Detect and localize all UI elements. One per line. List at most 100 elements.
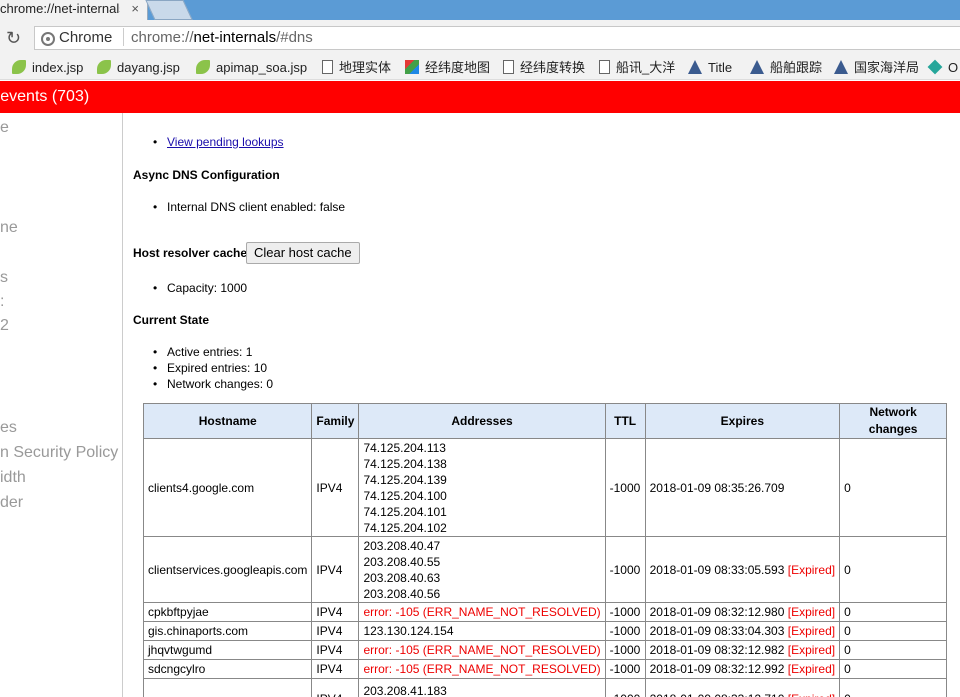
expired-label: [Expired]	[787, 662, 836, 676]
bookmark-shipxun[interactable]: 船讯_大洋	[599, 59, 675, 77]
ip-address: 74.125.204.138	[363, 456, 447, 471]
expires-cell: 2018-01-09 08:32:12.980 [Expired]	[644, 602, 841, 622]
view-pending-lookups-link[interactable]: View pending lookups	[167, 135, 284, 149]
ship-icon	[834, 60, 848, 74]
sidebar-item-bandwidth[interactable]: idth	[0, 469, 26, 487]
table-row: IPV4203.208.41.183203.208.41.191-1000201…	[142, 678, 948, 697]
sidebar-item[interactable]: 2	[0, 317, 9, 335]
table-body: clients4.google.com IPV4 74.125.204.113 74.…	[142, 438, 948, 697]
addresses-cell: 203.208.41.183203.208.41.191	[358, 678, 606, 697]
chrome-page-icon	[41, 32, 55, 46]
bookmark-ship-tracking[interactable]: 船舶跟踪	[750, 59, 822, 77]
addresses-cell: error: -105 (ERR_NAME_NOT_RESOLVED)	[358, 602, 606, 622]
page-icon	[599, 60, 610, 74]
network-changes-cell: 0	[839, 438, 948, 537]
resolve-error: error: -105 (ERR_NAME_NOT_RESOLVED)	[363, 643, 601, 657]
reload-icon[interactable]: ↻	[6, 28, 21, 49]
ttl-cell: -1000	[604, 659, 646, 679]
bookmark-label: apimap_soa.jsp	[216, 60, 308, 75]
table-row: gis.chinaports.com IPV4 123.130.124.154 -10…	[142, 621, 948, 641]
bookmark-o[interactable]: O	[927, 59, 958, 77]
sidebar-item[interactable]: s	[0, 269, 8, 287]
network-changes-cell: 0	[839, 659, 948, 679]
bookmark-ocean-admin[interactable]: 国家海洋局	[834, 59, 919, 77]
addresses-cell: 203.208.40.47 203.208.40.55 203.208.40.63 2…	[358, 536, 606, 603]
host-cache-heading: Host resolver cache	[133, 246, 248, 260]
tab-close-icon[interactable]: ×	[131, 0, 139, 18]
column-header-hostname: Hostname	[142, 403, 313, 439]
expires-time: 2018-01-09 08:32:12.992	[649, 662, 785, 676]
bookmark-title[interactable]: Title	[688, 59, 732, 77]
bookmark-label: 地理实体	[339, 60, 392, 75]
bookmark-dayang[interactable]: dayang.jsp	[97, 59, 180, 77]
table-row: clients4.google.com IPV4 74.125.204.113 74.…	[142, 438, 948, 537]
expired-label: [Expired]	[788, 692, 835, 697]
sidebar-item[interactable]: es	[0, 419, 17, 437]
hostname-cell: cpkbftpyjae	[142, 602, 313, 622]
network-changes-cell: 0	[839, 640, 948, 660]
new-tab-button[interactable]	[145, 0, 193, 20]
family-cell: IPV4	[311, 678, 360, 697]
expires-cell: 2018-01-09 08:33:12.710 [Expired]	[644, 678, 841, 697]
expires-time: 2018-01-09 08:33:05.593	[649, 562, 785, 577]
expired-label: [Expired]	[787, 643, 836, 657]
pending-lookups-item: View pending lookups	[153, 135, 284, 149]
tab-strip: chrome://net-internals ×	[0, 0, 960, 20]
bookmark-latlng-map[interactable]: 经纬度地图	[405, 59, 490, 77]
capacity-text: Capacity: 1000	[153, 281, 247, 295]
table-row: cpkbftpyjae IPV4 error: -105 (ERR_NAME_NOT…	[142, 602, 948, 622]
ttl-cell: -1000	[604, 678, 646, 697]
family-cell: IPV4	[311, 602, 360, 622]
sidebar-item[interactable]: e	[0, 119, 9, 137]
bookmark-index[interactable]: index.jsp	[12, 59, 83, 77]
sidebar-item[interactable]: :	[0, 293, 4, 311]
bookmark-latlng-convert[interactable]: 经纬度转换	[503, 59, 585, 77]
bookmark-apimap[interactable]: apimap_soa.jsp	[196, 59, 307, 77]
addresses-cell: 74.125.204.113 74.125.204.138 74.125.204.1…	[358, 438, 606, 537]
bookmark-label: 船讯_大洋	[616, 60, 676, 75]
resolve-error: error: -105 (ERR_NAME_NOT_RESOLVED)	[363, 605, 601, 619]
leaf-icon	[97, 60, 111, 74]
table-header-row: Hostname Family Addresses TTL Expires Ne…	[142, 403, 948, 439]
ip-address: 74.125.204.100	[363, 488, 447, 503]
expires-cell: 2018-01-09 08:33:05.593 [Expired]	[644, 536, 841, 603]
sidebar-item-prerender[interactable]: der	[0, 494, 23, 512]
leaf-icon	[12, 60, 26, 74]
page-icon	[503, 60, 514, 74]
ttl-cell: -1000	[604, 621, 646, 641]
family-cell: IPV4	[311, 659, 360, 679]
tab-net-internals[interactable]: chrome://net-internals ×	[0, 0, 148, 20]
ship-icon	[688, 60, 702, 74]
sidebar-item-security-policy[interactable]: n Security Policy	[0, 444, 118, 462]
sidebar-item[interactable]: ne	[0, 219, 18, 237]
family-cell: IPV4	[311, 640, 360, 660]
browser-toolbar: ↻ Chrome chrome://net-internals/#dns	[0, 20, 960, 56]
async-dns-heading: Async DNS Configuration	[133, 168, 280, 182]
url-host: net-internals	[193, 29, 277, 46]
cube-icon	[927, 59, 943, 75]
bookmark-geo-entity[interactable]: 地理实体	[322, 59, 391, 77]
hostname-cell: sdcngcylro	[142, 659, 313, 679]
clear-host-cache-button[interactable]: Clear host cache	[246, 242, 360, 264]
address-bar[interactable]: Chrome chrome://net-internals/#dns	[34, 26, 960, 50]
ip-address: 203.208.40.55	[363, 554, 441, 569]
family-cell: IPV4	[311, 536, 360, 603]
addresses-cell: error: -105 (ERR_NAME_NOT_RESOLVED)	[358, 640, 606, 660]
ip-address: 203.208.40.56	[363, 586, 441, 601]
omnibox-chip: Chrome	[59, 29, 113, 46]
column-header-expires: Expires	[644, 403, 841, 439]
expired-entries-text: Expired entries: 10	[153, 361, 267, 375]
column-header-network-changes: Network changes	[839, 403, 948, 439]
column-header-ttl: TTL	[604, 403, 646, 439]
ip-address: 203.208.40.63	[363, 570, 441, 585]
ttl-cell: -1000	[604, 438, 646, 537]
ip-address: 203.208.41.183	[363, 683, 447, 697]
active-entries-text: Active entries: 1	[153, 345, 252, 359]
page-icon	[322, 60, 333, 74]
family-cell: IPV4	[311, 621, 360, 641]
expires-time: 2018-01-09 08:32:12.980	[649, 605, 785, 619]
column-header-addresses: Addresses	[358, 403, 606, 439]
bookmark-label: dayang.jsp	[117, 60, 180, 75]
ip-address: 203.208.40.47	[363, 538, 441, 553]
expires-time: 2018-01-09 08:35:26.709	[649, 480, 785, 495]
